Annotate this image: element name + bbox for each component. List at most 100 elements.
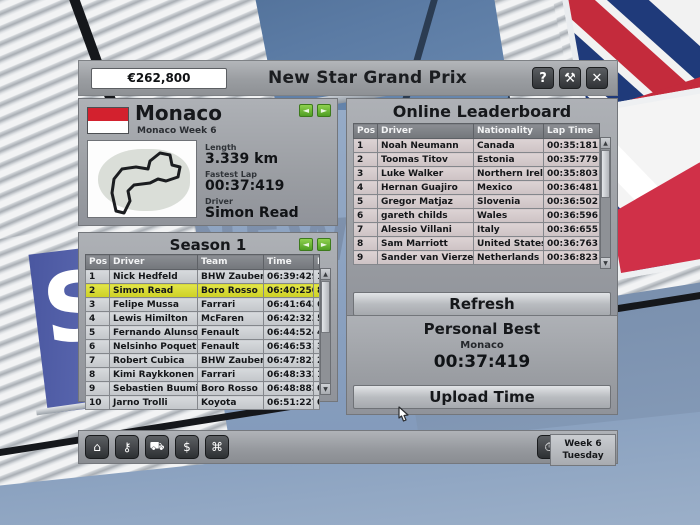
table-row[interactable]: 3Felipe MussaFarrari06:41:6436: [85, 297, 320, 312]
home-icon[interactable]: ⌂: [85, 435, 109, 459]
cell-pos: 2: [353, 152, 378, 167]
season-scrollbar[interactable]: ▲ ▼: [320, 268, 331, 395]
season-scroll-up[interactable]: ▲: [321, 269, 330, 280]
track-prev-button[interactable]: ◄: [299, 104, 313, 117]
cell-pos: 3: [85, 297, 110, 312]
column-header-driver[interactable]: Driver: [109, 254, 198, 270]
cell-driver: Robert Cubica: [109, 353, 198, 368]
table-row[interactable]: 8 Sam Marriott United States 00:36:763: [353, 236, 600, 251]
cell-team: Boro Rosso: [197, 381, 264, 396]
cell-team: McFaren: [197, 311, 264, 326]
cell-driver: Simon Read: [109, 283, 198, 298]
column-header-pos[interactable]: Pos: [85, 254, 110, 270]
personal-best-time: 00:37:419: [433, 352, 531, 372]
close-button[interactable]: ✕: [586, 67, 608, 89]
cell-pos: 8: [85, 367, 110, 382]
car-icon[interactable]: ⛟: [145, 435, 169, 459]
cell-pts: 5: [313, 311, 320, 326]
table-row[interactable]: 4 Hernan Guajiro Mexico 00:36:481: [353, 180, 600, 195]
cell-nationality: Canada: [473, 138, 544, 153]
cell-pos: 9: [85, 381, 110, 396]
season-table-header: PosDriverTeamTimePts: [85, 254, 320, 270]
cell-pos: 4: [353, 180, 378, 195]
personal-best-title: Personal Best: [423, 320, 541, 338]
refresh-button[interactable]: Refresh: [353, 292, 611, 316]
cell-nationality: United States: [473, 236, 544, 251]
week-day-display: Week 6 Tuesday: [550, 434, 616, 466]
track-next-button[interactable]: ►: [317, 104, 331, 117]
table-row[interactable]: 7 Alessio Villani Italy 00:36:655: [353, 222, 600, 237]
cell-nationality: Slovenia: [473, 194, 544, 209]
day-label: Tuesday: [562, 451, 604, 461]
cell-pts: 6: [313, 297, 320, 312]
window-controls: ? ⚒ ✕: [532, 67, 608, 89]
cell-nationality: Mexico: [473, 180, 544, 195]
help-button[interactable]: ?: [532, 67, 554, 89]
cell-pos: 4: [85, 311, 110, 326]
track-stat-fastest-lap: Fastest Lap 00:37:419: [205, 170, 284, 194]
table-row[interactable]: 9 Sander van Vierzen Netherlands 00:36:823: [353, 250, 600, 265]
upload-time-button[interactable]: Upload Time: [353, 385, 611, 409]
track-info-panel: Monaco Monaco Week 6 ◄ ► Length 3.339 km…: [78, 98, 338, 226]
cell-team: Boro Rosso: [197, 283, 264, 298]
column-header-pts[interactable]: Pts: [313, 254, 320, 270]
cell-nationality: Italy: [473, 222, 544, 237]
cell-driver: Fernando Alunso: [109, 325, 198, 340]
settings-button[interactable]: ⚒: [559, 67, 581, 89]
personal-best-panel: Personal Best Monaco 00:37:419 Upload Ti…: [346, 315, 618, 415]
column-header-driver[interactable]: Driver: [377, 123, 474, 139]
season-scroll-thumb[interactable]: [321, 281, 330, 333]
leaderboard-scrollbar[interactable]: ▲ ▼: [600, 137, 611, 269]
cell-time: 06:47:823: [263, 353, 314, 368]
globe-icon[interactable]: ⌘: [205, 435, 229, 459]
table-row[interactable]: 2 Toomas Titov Estonia 00:35:779: [353, 152, 600, 167]
cell-time: 06:46:531: [263, 339, 314, 354]
cell-lap-time: 00:36:655: [543, 222, 600, 237]
table-row[interactable]: 1Nick HedfeldBHW Zauber06:39:42910: [85, 269, 320, 284]
cell-driver: Nick Hedfeld: [109, 269, 198, 284]
table-row[interactable]: 7Robert CubicaBHW Zauber06:47:8232: [85, 353, 320, 368]
cell-lap-time: 00:35:181: [543, 138, 600, 153]
leaderboard-scroll-down[interactable]: ▼: [601, 257, 610, 268]
cell-driver: gareth childs: [377, 208, 474, 223]
table-row[interactable]: 8Kimi RaykkonenFarrari06:48:3321: [85, 367, 320, 382]
season-next-button[interactable]: ►: [317, 238, 331, 251]
column-header-lap-time[interactable]: Lap Time: [543, 123, 600, 139]
cell-lap-time: 00:36:502: [543, 194, 600, 209]
table-row[interactable]: 9Sebastien BuumiBoro Rosso06:48:8830: [85, 381, 320, 396]
table-row[interactable]: 6 gareth childs Wales 00:36:596: [353, 208, 600, 223]
table-row[interactable]: 3 Luke Walker Northern Irela 00:35:803: [353, 166, 600, 181]
table-row[interactable]: 2Simon ReadBoro Rosso06:40:2508: [85, 283, 320, 298]
season-prev-button[interactable]: ◄: [299, 238, 313, 251]
season-nav-arrows: ◄ ►: [299, 238, 331, 251]
money-icon[interactable]: $: [175, 435, 199, 459]
track-name: Monaco: [135, 101, 222, 125]
season-scroll-down[interactable]: ▼: [321, 383, 330, 394]
table-row[interactable]: 6Nelsinho PoquetFenault06:46:5313: [85, 339, 320, 354]
table-row[interactable]: 5Fernando AlunsoFenault06:44:5244: [85, 325, 320, 340]
column-header-pos[interactable]: Pos: [353, 123, 378, 139]
cell-driver: Nelsinho Poquet: [109, 339, 198, 354]
track-map: [87, 140, 197, 218]
column-header-team[interactable]: Team: [197, 254, 264, 270]
cell-lap-time: 00:36:481: [543, 180, 600, 195]
season-standings-panel: Season 1 ◄ ► PosDriverTeamTimePts 1Nick …: [78, 232, 338, 410]
table-row[interactable]: 4Lewis HimiltonMcFaren06:42:3235: [85, 311, 320, 326]
cell-time: 06:41:643: [263, 297, 314, 312]
cell-team: Farrari: [197, 297, 264, 312]
cell-pos: 9: [353, 250, 378, 265]
wrench-icon[interactable]: ⚷: [115, 435, 139, 459]
cell-time: 06:48:883: [263, 381, 314, 396]
column-header-nationality[interactable]: Nationality: [473, 123, 544, 139]
column-header-time[interactable]: Time: [263, 254, 314, 270]
leaderboard-scroll-up[interactable]: ▲: [601, 138, 610, 149]
leaderboard-scroll-thumb[interactable]: [601, 150, 610, 198]
cell-pos: 1: [85, 269, 110, 284]
cell-time: 06:44:524: [263, 325, 314, 340]
personal-best-track: Monaco: [460, 340, 504, 351]
cell-pts: 3: [313, 339, 320, 354]
table-row[interactable]: 5 Gregor Matjaz Slovenia 00:36:502: [353, 194, 600, 209]
table-row[interactable]: 10Jarno TrolliKoyota06:51:2270: [85, 395, 320, 410]
mouse-cursor: [398, 406, 409, 422]
table-row[interactable]: 1 Noah Neumann Canada 00:35:181: [353, 138, 600, 153]
